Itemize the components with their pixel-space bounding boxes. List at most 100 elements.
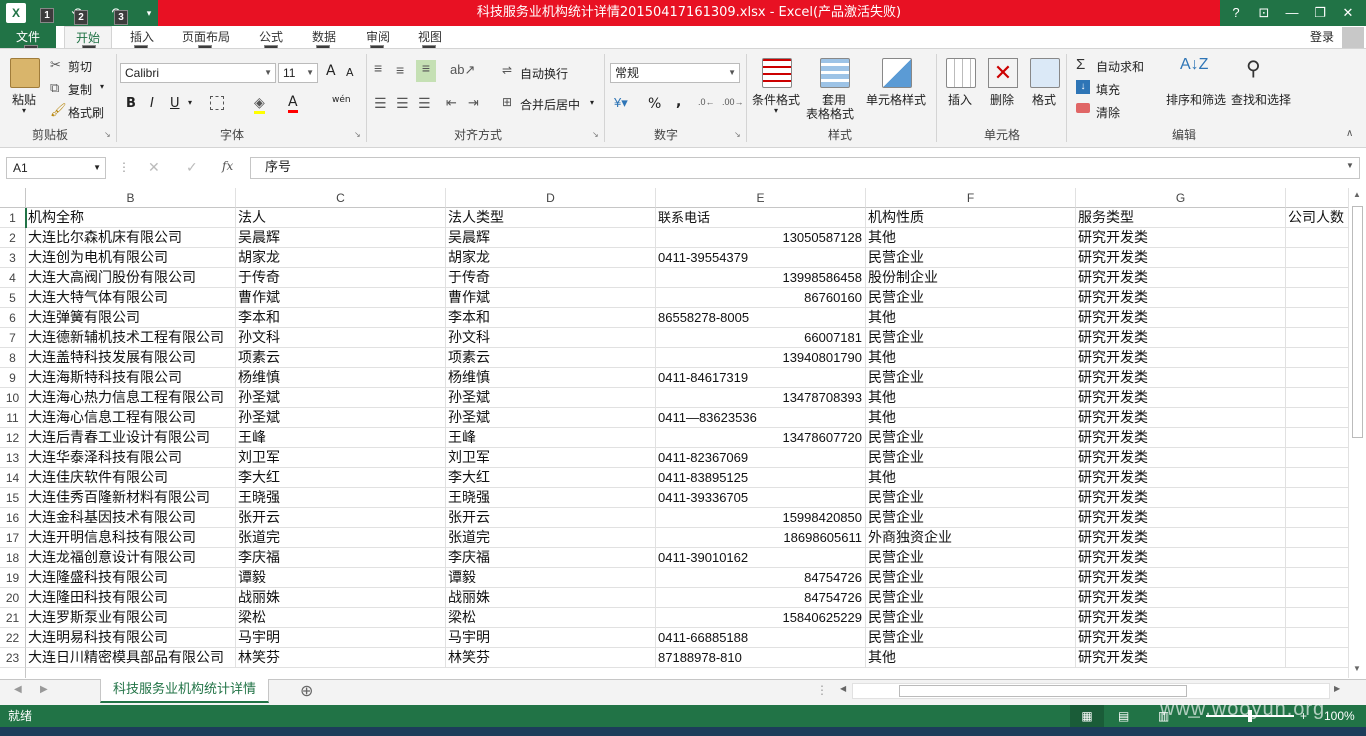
cell-g[interactable]: 研究开发类 (1076, 268, 1286, 288)
row-header[interactable]: 19 (0, 568, 26, 588)
cell-b[interactable]: 大连比尔森机床有限公司 (26, 228, 236, 248)
cell-f[interactable]: 民营企业 (866, 488, 1076, 508)
cell-styles-icon[interactable] (882, 58, 912, 88)
cell-c[interactable]: 张道完 (236, 528, 446, 548)
cell-e[interactable]: 13998586458 (656, 268, 866, 288)
row-header[interactable]: 17 (0, 528, 26, 548)
sheet-prev-icon[interactable]: ◀ (14, 684, 22, 695)
increase-indent-icon[interactable]: ⇥ (468, 95, 479, 111)
cell-g[interactable]: 研究开发类 (1076, 528, 1286, 548)
cell-f[interactable]: 其他 (866, 348, 1076, 368)
font-size-combo[interactable]: 11 ▼ (278, 63, 318, 83)
cell-e[interactable]: 86760160 (656, 288, 866, 308)
cell-h[interactable] (1286, 308, 1348, 328)
autosum-icon[interactable]: Σ (1076, 56, 1085, 73)
cell-b[interactable]: 大连金科基因技术有限公司 (26, 508, 236, 528)
format-painter-icon[interactable]: 🖌 (50, 102, 67, 118)
cell-b[interactable]: 大连盖特科技发展有限公司 (26, 348, 236, 368)
cell-g[interactable]: 研究开发类 (1076, 308, 1286, 328)
maximize-button[interactable]: ❐ (1306, 0, 1334, 26)
cell-e[interactable]: 0411-84617319 (656, 368, 866, 388)
cell-b[interactable]: 大连德新辅机技术工程有限公司 (26, 328, 236, 348)
format-as-table-icon[interactable] (820, 58, 850, 88)
cell-d[interactable]: 法人类型 (446, 208, 656, 228)
row-header[interactable]: 11 (0, 408, 26, 428)
cell-d[interactable]: 孙圣斌 (446, 388, 656, 408)
cell-c[interactable]: 杨维慎 (236, 368, 446, 388)
cell-e[interactable]: 13478607720 (656, 428, 866, 448)
name-box[interactable]: A1 ▼ (6, 157, 106, 179)
wrap-text-button[interactable]: 自动换行 (520, 65, 568, 82)
percent-button[interactable]: % (648, 96, 661, 112)
cell-d[interactable]: 于传奇 (446, 268, 656, 288)
cell-f[interactable]: 其他 (866, 468, 1076, 488)
zoom-level[interactable]: 100% (1324, 705, 1355, 727)
cell-e[interactable]: 0411-66885188 (656, 628, 866, 648)
cell-g[interactable]: 研究开发类 (1076, 508, 1286, 528)
cell-b[interactable]: 大连日川精密模具部品有限公司 (26, 648, 236, 668)
collapse-ribbon-icon[interactable]: ∧ (1346, 128, 1353, 139)
worksheet-grid[interactable]: B C D E F G 1 机构全称 法人 法人类型 联系电话 机构性质 服务类型 公司人数 2… (0, 188, 1348, 678)
cell-c[interactable]: 林笑芬 (236, 648, 446, 668)
row-header[interactable]: 3 (0, 248, 26, 268)
cell-d[interactable]: 林笑芬 (446, 648, 656, 668)
cell-c[interactable]: 孙圣斌 (236, 388, 446, 408)
row-header[interactable]: 8 (0, 348, 26, 368)
normal-view-icon[interactable]: ▦ (1070, 705, 1104, 727)
cell-g[interactable]: 研究开发类 (1076, 288, 1286, 308)
cell-d[interactable]: 孙文科 (446, 328, 656, 348)
cell-e[interactable]: 0411-39010162 (656, 548, 866, 568)
cell-c[interactable]: 刘卫军 (236, 448, 446, 468)
cell-f[interactable]: 民营企业 (866, 248, 1076, 268)
cell-c[interactable]: 法人 (236, 208, 446, 228)
cell-h[interactable] (1286, 528, 1348, 548)
scroll-down-icon[interactable]: ▼ (1353, 664, 1361, 673)
cell-f[interactable]: 民营企业 (866, 628, 1076, 648)
cell-c[interactable]: 李庆福 (236, 548, 446, 568)
sign-in-link[interactable]: 登录 (1310, 28, 1334, 45)
clear-button[interactable]: 清除 (1096, 104, 1120, 121)
cell-d[interactable]: 李本和 (446, 308, 656, 328)
row-header[interactable]: 9 (0, 368, 26, 388)
row-header[interactable]: 1 (0, 208, 26, 228)
cell-f[interactable]: 民营企业 (866, 328, 1076, 348)
cell-c[interactable]: 胡家龙 (236, 248, 446, 268)
add-sheet-button[interactable]: ⊕ (300, 681, 313, 701)
row-header[interactable]: 22 (0, 628, 26, 648)
cell-f[interactable]: 其他 (866, 408, 1076, 428)
cell-d[interactable]: 吴晨辉 (446, 228, 656, 248)
italic-button[interactable]: I (150, 96, 154, 111)
cell-h[interactable] (1286, 248, 1348, 268)
accounting-format-icon[interactable]: ¥▾ (614, 95, 628, 111)
find-select-button[interactable]: 查找和选择 (1231, 91, 1291, 108)
phonetic-button[interactable]: wén (332, 95, 351, 105)
cell-f[interactable]: 民营企业 (866, 588, 1076, 608)
cell-g[interactable]: 研究开发类 (1076, 648, 1286, 668)
cell-e[interactable]: 15840625229 (656, 608, 866, 628)
cell-f[interactable]: 其他 (866, 388, 1076, 408)
hscroll-right-icon[interactable]: ▶ (1334, 684, 1340, 693)
cell-h[interactable] (1286, 328, 1348, 348)
autosum-button[interactable]: 自动求和 (1096, 58, 1144, 75)
cell-h[interactable] (1286, 268, 1348, 288)
cell-d[interactable]: 李大红 (446, 468, 656, 488)
confirm-entry-icon[interactable]: ✓ (186, 159, 198, 176)
cell-c[interactable]: 张开云 (236, 508, 446, 528)
cell-h[interactable] (1286, 588, 1348, 608)
merge-center-icon[interactable]: ⊞ (502, 95, 512, 109)
cell-b[interactable]: 大连隆田科技有限公司 (26, 588, 236, 608)
cell-e[interactable]: 0411-39554379 (656, 248, 866, 268)
cell-styles-button[interactable]: 单元格样式 (866, 91, 926, 108)
format-cells-icon[interactable] (1030, 58, 1060, 88)
horizontal-scrollbar[interactable] (852, 683, 1330, 699)
cancel-entry-icon[interactable]: ✕ (148, 159, 160, 176)
cell-h[interactable] (1286, 348, 1348, 368)
format-painter-button[interactable]: 格式刷 (68, 104, 104, 121)
ribbon-display-button[interactable]: ⊡ (1250, 0, 1278, 26)
insert-cells-icon[interactable] (946, 58, 976, 88)
cell-h[interactable] (1286, 228, 1348, 248)
cell-c[interactable]: 李本和 (236, 308, 446, 328)
cell-d[interactable]: 胡家龙 (446, 248, 656, 268)
row-header[interactable]: 13 (0, 448, 26, 468)
cell-f[interactable]: 民营企业 (866, 288, 1076, 308)
